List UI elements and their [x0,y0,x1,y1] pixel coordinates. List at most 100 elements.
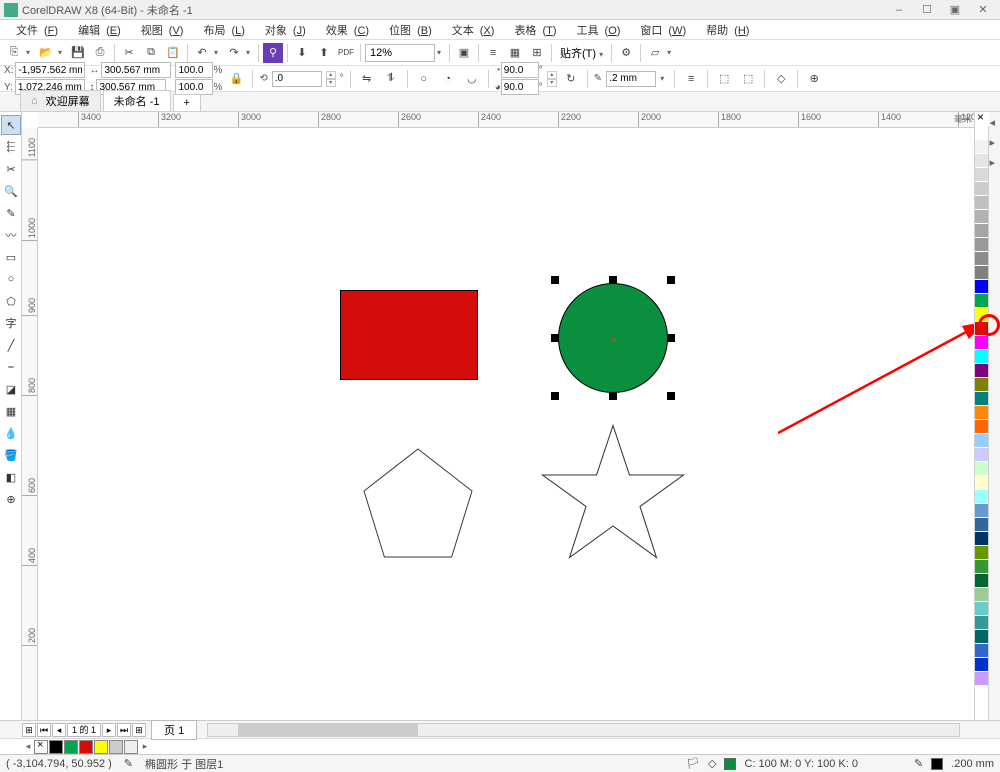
open-icon[interactable]: 📂 [36,43,56,63]
fullscreen-icon[interactable]: ▣ [454,43,474,63]
arc-icon[interactable]: ◡ [462,69,482,89]
tool-connector[interactable]: ⎯ [1,357,21,377]
menu-view[interactable]: 视图(V) [129,20,190,40]
palette-swatch[interactable] [975,546,989,560]
outline-dropdown[interactable]: ▾ [660,74,668,83]
palette-swatch[interactable] [975,196,989,210]
palette-swatch[interactable] [975,126,989,140]
menu-tools[interactable]: 工具(O) [565,20,627,40]
rotation-input[interactable] [272,71,322,87]
palette-swatch[interactable] [975,266,989,280]
tool-shape[interactable]: ⬱ [1,137,21,157]
palette-swatch[interactable] [975,672,989,686]
maximize-button[interactable]: ☐ [914,2,940,18]
dock-properties-icon[interactable]: ▸ [990,136,1000,146]
tool-smartfill[interactable]: ◧ [1,467,21,487]
outline-width-input[interactable] [606,71,656,87]
palette-swatch[interactable] [975,364,989,378]
page-next-icon[interactable]: ▸ [102,723,116,737]
palette-swatch[interactable] [975,644,989,658]
x-position-input[interactable] [15,62,85,78]
shape-rectangle-red[interactable] [340,290,478,380]
tab-welcome[interactable]: ⌂ 欢迎屏幕 [20,90,101,111]
colorstrip-item[interactable] [124,740,138,754]
ellipse-icon[interactable]: ○ [414,69,434,89]
colorstrip-item[interactable] [64,740,78,754]
scrollbar-thumb[interactable] [238,724,418,736]
palette-swatch[interactable] [975,280,989,294]
sel-handle-sw[interactable] [551,392,559,400]
undo-icon[interactable]: ↶ [192,43,212,63]
menu-object[interactable]: 对象(J) [253,20,312,40]
shape-pentagon[interactable] [358,438,478,568]
palette-swatch[interactable] [975,616,989,630]
palette-swatch[interactable] [975,462,989,476]
colorstrip-item[interactable] [109,740,123,754]
tool-artistic[interactable]: 〰 [1,225,21,245]
pie-icon[interactable]: ◔ [438,69,458,89]
tool-text[interactable]: 字 [1,313,21,333]
palette-swatch[interactable] [975,322,989,336]
colorstrip-next-icon[interactable]: ▸ [139,741,151,753]
mirror-h-icon[interactable]: ⇋ [357,69,377,89]
menu-bitmap[interactable]: 位图(B) [377,20,438,40]
ruler-horizontal[interactable]: 3400 3200 3000 2800 2600 2400 2200 2000 … [38,112,974,128]
tool-ellipse[interactable]: ○ [1,269,21,289]
palette-swatch[interactable] [975,560,989,574]
tool-parallel-dim[interactable]: ╱ [1,335,21,355]
menu-help[interactable]: 帮助(H) [694,20,755,40]
ruler-vertical[interactable]: 1100 1000 900 800 600 400 200 [22,128,38,720]
options-icon[interactable]: ⚙ [616,43,636,63]
export-icon[interactable]: ⬆ [314,43,334,63]
menu-window[interactable]: 窗口(W) [628,20,692,40]
page-prev-icon[interactable]: ◂ [52,723,66,737]
menu-file[interactable]: 文件(F) [4,20,64,40]
palette-swatch[interactable] [975,350,989,364]
sel-handle-e[interactable] [667,334,675,342]
cut-icon[interactable]: ✂ [119,43,139,63]
palette-swatch[interactable] [975,504,989,518]
angle-spinner[interactable]: ▴▾ [547,71,557,87]
guide-icon[interactable]: ⊞ [527,43,547,63]
sel-handle-w[interactable] [551,334,559,342]
page-tab-1[interactable]: 页 1 [151,720,197,740]
zoom-dropdown[interactable]: ▾ [437,48,445,57]
tool-dropshadow[interactable]: ◪ [1,379,21,399]
import-icon[interactable]: ⬇ [292,43,312,63]
palette-swatch[interactable] [975,336,989,350]
menu-text[interactable]: 文本(X) [440,20,501,40]
menu-table[interactable]: 表格(T) [502,20,562,40]
sel-handle-n[interactable] [609,276,617,284]
lock-ratio-icon[interactable]: 🔒 [226,69,246,89]
width-input[interactable] [101,62,171,78]
palette-swatch[interactable] [975,630,989,644]
tool-polygon[interactable]: ⬠ [1,291,21,311]
restore-button[interactable]: ▣ [942,2,968,18]
scale-x-input[interactable] [175,62,213,78]
status-dropper-icon[interactable]: ✎ [124,757,133,770]
palette-swatch[interactable] [975,476,989,490]
menu-edit[interactable]: 编辑(E) [66,20,127,40]
horizontal-scrollbar[interactable] [207,723,960,737]
palette-swatch[interactable] [975,210,989,224]
rotate-spinner[interactable]: ▴▾ [326,71,336,87]
tool-crop[interactable]: ✂ [1,159,21,179]
colorstrip-none[interactable]: × [34,740,48,754]
tool-transparency[interactable]: ▦ [1,401,21,421]
sel-handle-s[interactable] [609,392,617,400]
colorstrip-item[interactable] [79,740,93,754]
tool-zoom[interactable]: 🔍 [1,181,21,201]
dock-expand-icon[interactable]: ◂ [990,116,1000,126]
pdf-icon[interactable]: PDF [336,43,356,63]
mirror-v-icon[interactable]: ⥮ [381,69,401,89]
sel-handle-se[interactable] [667,392,675,400]
tool-pick[interactable]: ↖ [1,115,21,135]
page-first-icon[interactable]: ⏮ [37,723,51,737]
status-fill-swatch[interactable] [724,758,736,770]
start-angle-input[interactable] [501,62,539,78]
zoom-level-input[interactable] [365,44,435,62]
palette-swatch[interactable] [975,392,989,406]
status-outline-icon[interactable]: ✎ [914,757,923,770]
palette-swatch[interactable] [975,448,989,462]
menu-effects[interactable]: 效果(C) [314,20,375,40]
